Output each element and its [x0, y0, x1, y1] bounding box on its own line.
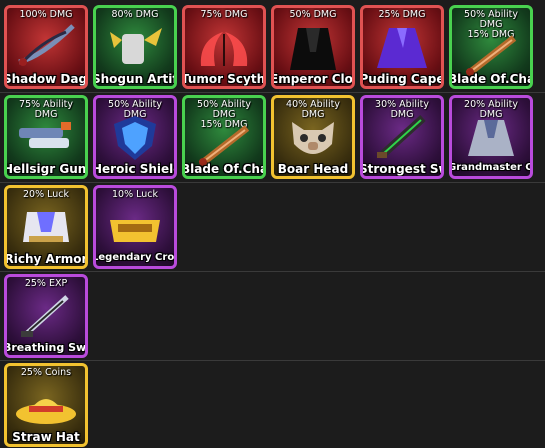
- item-stat: 75% DMG: [200, 9, 248, 20]
- item-name: Puding Cape: [360, 72, 444, 86]
- item-name: Blade Of.Chaos: [182, 162, 263, 176]
- item-name: Richy Armor: [4, 252, 88, 266]
- item-card-blade-of-chaos[interactable]: 50% Ability DMG 15% DMG Blade Of.Chaos: [449, 5, 533, 89]
- item-stat: 25% Coins: [20, 367, 72, 378]
- item-name: Tumor Scythe: [182, 72, 266, 86]
- item-stat: 80% DMG: [111, 9, 159, 20]
- item-card-shogun-artifact[interactable]: 80% DMG Shogun Artifact: [93, 5, 177, 89]
- item-card-boar-head[interactable]: 40% Ability DMG Boar Head: [271, 95, 355, 179]
- strongest-sword-icon: [377, 115, 426, 159]
- item-card-grandmaster-cloak[interactable]: 20% Ability DMG Grandmaster Cloak: [449, 95, 533, 179]
- tier-row-1: 100% DMG Shadow Dagger 80% DMG Shogun Ar…: [0, 5, 545, 89]
- item-name: Heroic Shield: [93, 162, 177, 176]
- row-divider: [0, 360, 545, 361]
- item-stat: 50% DMG: [289, 9, 337, 20]
- straw-hat-icon: [16, 399, 76, 424]
- legendary-crown-icon: [110, 220, 160, 242]
- grandmaster-cloak-icon: [468, 120, 514, 156]
- puding-cape-icon: [377, 28, 427, 68]
- item-name: Blade Of.Chaos: [449, 72, 530, 86]
- tier-row-5: 25% Coins Straw Hat: [0, 363, 545, 447]
- tier-row-2: 75% Ability DMG Hellsigr Guns 50% Abilit…: [0, 95, 545, 179]
- item-name: Breathing Sword: [4, 341, 87, 354]
- richy-armor-icon: [23, 212, 69, 242]
- item-card-straw-hat[interactable]: 25% Coins Straw Hat: [4, 363, 88, 447]
- item-stat: 25% DMG: [378, 9, 426, 20]
- shadow-dagger-icon: [18, 24, 75, 66]
- item-name: Strongest Sword: [360, 162, 441, 176]
- item-card-breathing-sword[interactable]: 25% EXP Breathing Sword: [4, 274, 88, 358]
- item-card-shadow-dagger[interactable]: 100% DMG Shadow Dagger: [4, 5, 88, 89]
- item-name: Legendary Crown: [93, 252, 175, 263]
- item-name: Grandmaster Cloak: [449, 162, 533, 173]
- tier-row-3: 20% Luck Richy Armor 10% Luck Legendary …: [0, 185, 545, 269]
- item-stat: 100% DMG: [19, 9, 73, 20]
- item-stat: 20% Luck: [22, 189, 69, 200]
- item-name: Shogun Artifact: [93, 72, 174, 86]
- tier-row-4: 25% EXP Breathing Sword: [0, 274, 545, 358]
- shogun-artifact-icon: [110, 28, 162, 64]
- item-card-emperor-cloak[interactable]: 50% DMG Emperor Cloak: [271, 5, 355, 89]
- heroic-shield-icon: [114, 116, 156, 160]
- item-name: Shadow Dagger: [4, 72, 88, 86]
- item-card-richy-armor[interactable]: 20% Luck Richy Armor: [4, 185, 88, 269]
- breathing-sword-icon: [21, 295, 69, 337]
- item-card-puding-cape[interactable]: 25% DMG Puding Cape: [360, 5, 444, 89]
- item-name: Boar Head: [277, 162, 349, 176]
- item-card-legendary-crown[interactable]: 10% Luck Legendary Crown: [93, 185, 177, 269]
- row-divider: [0, 92, 545, 93]
- item-name: Straw Hat: [12, 430, 80, 444]
- item-stat: 25% EXP: [24, 278, 68, 289]
- boar-head-icon: [292, 122, 334, 154]
- hellsigr-guns-icon: [19, 122, 71, 148]
- item-card-blade-of-chaos-2[interactable]: 50% Ability DMG 15% DMG Blade Of.Chaos: [182, 95, 266, 179]
- row-divider: [0, 271, 545, 272]
- item-card-strongest-sword[interactable]: 30% Ability DMG Strongest Sword: [360, 95, 444, 179]
- item-name: Hellsigr Guns: [4, 162, 88, 176]
- emperor-cloak-icon: [290, 28, 336, 70]
- item-card-tumor-scythe[interactable]: 75% DMG Tumor Scythe: [182, 5, 266, 89]
- item-card-hellsigr-guns[interactable]: 75% Ability DMG Hellsigr Guns: [4, 95, 88, 179]
- item-name: Emperor Cloak: [271, 72, 353, 86]
- tumor-scythe-icon: [200, 32, 248, 66]
- item-stat: 10% Luck: [111, 189, 158, 200]
- item-card-heroic-shield[interactable]: 50% Ability DMG Heroic Shield: [93, 95, 177, 179]
- row-divider: [0, 182, 545, 183]
